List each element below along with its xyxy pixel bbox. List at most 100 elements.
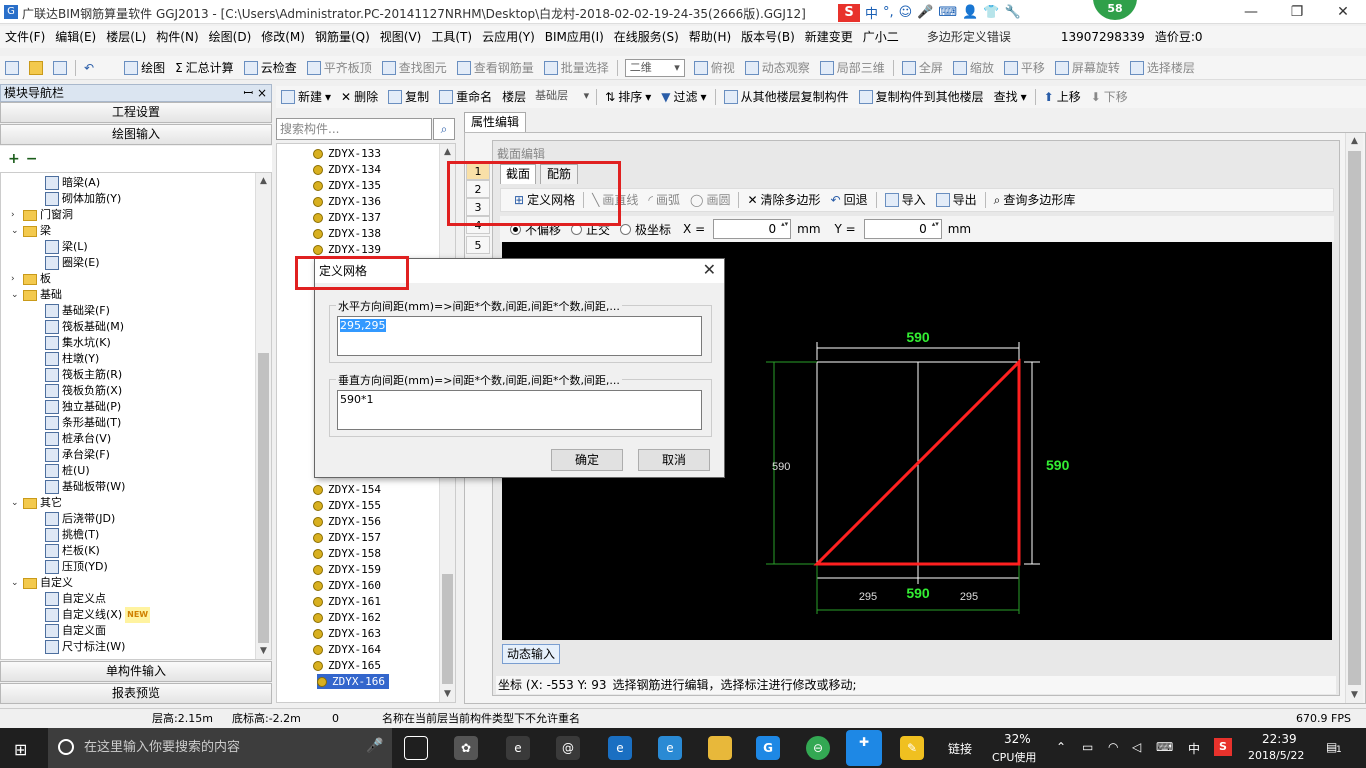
expand-all-icon[interactable]: + xyxy=(8,151,20,167)
ggj-active-app-icon[interactable]: ✚ xyxy=(846,730,882,766)
component-list-item[interactable]: ZDYX-166 xyxy=(317,674,389,689)
component-list-item[interactable]: ZDYX-159 xyxy=(313,562,381,577)
find-element-button[interactable]: 查找图元 xyxy=(377,56,452,80)
scroll-down-icon[interactable]: ▼ xyxy=(1346,687,1363,703)
zoom-button[interactable]: 缩放 xyxy=(948,56,999,80)
score-badge[interactable]: 58 xyxy=(1093,0,1137,20)
tree-folder[interactable]: ⌄ 自定义 xyxy=(11,575,73,591)
menu-draw[interactable]: 绘图(D) xyxy=(204,26,257,48)
tree-folder[interactable]: › 板 xyxy=(11,271,51,287)
scrollbar-thumb[interactable] xyxy=(258,353,269,643)
tree-item[interactable]: 梁(L) xyxy=(45,239,88,255)
ime-toolbar[interactable]: S 中 °, ☺ 🎤 ⌨ 👤 👕 🔧 xyxy=(838,3,1021,22)
floor-select[interactable]: 基础层 ▾ xyxy=(531,88,593,106)
menu-online[interactable]: 在线服务(S) xyxy=(609,26,684,48)
menu-new-change[interactable]: 新建变更 xyxy=(800,26,858,48)
menu-version[interactable]: 版本号(B) xyxy=(736,26,800,48)
tree-item[interactable]: 压顶(YD) xyxy=(45,559,108,575)
tree-expander-icon[interactable]: ⌄ xyxy=(11,575,20,591)
delete-button[interactable]: ✕ 删除 xyxy=(336,85,383,109)
select-floor-button[interactable]: 选择楼层 xyxy=(1125,56,1200,80)
draw-arc-button[interactable]: ◜ 画弧 xyxy=(643,188,685,212)
task-view-icon[interactable] xyxy=(404,736,428,760)
component-list-item[interactable]: ZDYX-133 xyxy=(313,146,381,161)
menu-component[interactable]: 构件(N) xyxy=(151,26,203,48)
component-list-item[interactable]: ZDYX-163 xyxy=(313,626,381,641)
tree-folder[interactable]: ⌄ 其它 xyxy=(11,495,62,511)
horizontal-spacing-input[interactable]: 295,295 xyxy=(337,316,702,356)
tree-item[interactable]: 暗梁(A) xyxy=(45,175,100,191)
tree-item[interactable]: 独立基础(P) xyxy=(45,399,121,415)
nav-tree-scrollbar[interactable]: ▲ ▼ xyxy=(255,173,271,659)
dynamic-input-button[interactable]: 动态输入 xyxy=(502,644,560,664)
ime-chinese-toggle[interactable]: 中 xyxy=(865,3,878,22)
wrench-icon[interactable]: 🔧 xyxy=(1005,5,1021,20)
edge-icon[interactable]: e xyxy=(608,736,632,760)
view-rebar-button[interactable]: 查看钢筋量 xyxy=(452,56,539,80)
dimension-left-label[interactable]: 590 xyxy=(772,461,790,473)
tree-item[interactable]: 圈梁(E) xyxy=(45,255,100,271)
undo-button[interactable]: ↶ xyxy=(79,56,99,80)
rotate-button[interactable]: 屏幕旋转 xyxy=(1050,56,1125,80)
dimension-bottom-left-label[interactable]: 295 xyxy=(859,591,877,603)
save-button[interactable] xyxy=(48,60,72,75)
tree-item[interactable]: 桩承台(V) xyxy=(45,431,111,447)
polar-radio[interactable] xyxy=(620,223,632,235)
import-button[interactable]: 导入 xyxy=(880,188,931,212)
tree-expander-icon[interactable]: › xyxy=(11,207,20,223)
sogou-icon[interactable]: S xyxy=(838,3,860,22)
scroll-down-icon[interactable]: ▼ xyxy=(440,686,455,702)
notes-app-icon[interactable]: ✎ xyxy=(900,736,924,760)
swirl-app-icon[interactable]: @ xyxy=(556,736,580,760)
project-settings-button[interactable]: 工程设置 xyxy=(0,102,272,123)
windows-start-icon[interactable]: ⊞ xyxy=(14,740,27,759)
draw-circle-button[interactable]: ◯ 画圆 xyxy=(685,188,735,212)
sogou-tray-icon[interactable]: S xyxy=(1214,738,1232,756)
nav-pin-close-icon[interactable]: ꟷ × xyxy=(243,85,267,101)
menu-edit[interactable]: 编辑(E) xyxy=(50,26,101,48)
dimension-bottom-right-label[interactable]: 295 xyxy=(960,591,978,603)
component-list-item[interactable]: ZDYX-162 xyxy=(313,610,381,625)
tree-item[interactable]: 筏板主筋(R) xyxy=(45,367,122,383)
scrollbar-thumb[interactable] xyxy=(1348,151,1361,685)
drawing-input-button[interactable]: 绘图输入 xyxy=(0,124,272,145)
tree-item[interactable]: 后浇带(JD) xyxy=(45,511,115,527)
move-up-button[interactable]: ⬆ 上移 xyxy=(1039,85,1086,109)
tree-item[interactable]: 挑檐(T) xyxy=(45,527,99,543)
menu-cloud[interactable]: 云应用(Y) xyxy=(477,26,540,48)
scroll-up-icon[interactable]: ▲ xyxy=(440,144,455,160)
report-preview-button[interactable]: 报表预览 xyxy=(0,683,272,704)
ok-button[interactable]: 确定 xyxy=(551,449,623,471)
component-list-item[interactable]: ZDYX-165 xyxy=(313,658,381,673)
menu-view[interactable]: 视图(V) xyxy=(375,26,427,48)
keyboard-icon[interactable]: ⌨ xyxy=(938,5,957,20)
file-explorer-icon[interactable] xyxy=(708,736,732,760)
component-list-item[interactable]: ZDYX-139 xyxy=(313,242,381,257)
skin-icon[interactable]: 👕 xyxy=(983,5,999,20)
dimension-top-label[interactable]: 590 xyxy=(906,329,930,345)
new-file-button[interactable] xyxy=(0,60,24,75)
undo-section-button[interactable]: ↶ 回退 xyxy=(826,188,873,212)
sort-button[interactable]: ⇅ 排序 ▾ xyxy=(600,85,656,109)
cortana-icon[interactable] xyxy=(58,739,74,755)
maximize-button[interactable]: ❐ xyxy=(1274,0,1320,24)
wifi-icon[interactable]: ◠ xyxy=(1108,740,1118,754)
component-list-item[interactable]: ZDYX-138 xyxy=(313,226,381,241)
component-search-input[interactable]: 搜索构件... xyxy=(276,118,432,140)
copy-button[interactable]: 复制 xyxy=(383,85,434,109)
menu-bim[interactable]: BIM应用(I) xyxy=(540,26,609,48)
component-list-item[interactable]: ZDYX-156 xyxy=(313,514,381,529)
taskbar-search-input[interactable]: 在这里输入你要搜索的内容 xyxy=(48,728,392,768)
row-number[interactable]: 5 xyxy=(466,236,490,254)
tree-expander-icon[interactable]: ⌄ xyxy=(11,495,20,511)
user-icon[interactable]: 👤 xyxy=(962,5,978,20)
menu-help[interactable]: 帮助(H) xyxy=(684,26,736,48)
component-list-item[interactable]: ZDYX-134 xyxy=(313,162,381,177)
clock-date[interactable]: 2018/5/22 xyxy=(1248,749,1304,762)
tree-item[interactable]: 自定义线(X) NEW xyxy=(45,607,151,623)
property-panel-scrollbar[interactable]: ▲ ▼ xyxy=(1345,133,1363,703)
component-list-item[interactable]: ZDYX-164 xyxy=(313,642,381,657)
query-polygon-library-button[interactable]: ⌕ 查询多边形库 xyxy=(989,188,1081,212)
tree-expander-icon[interactable]: › xyxy=(11,271,20,287)
component-list-item[interactable]: ZDYX-154 xyxy=(313,482,381,497)
